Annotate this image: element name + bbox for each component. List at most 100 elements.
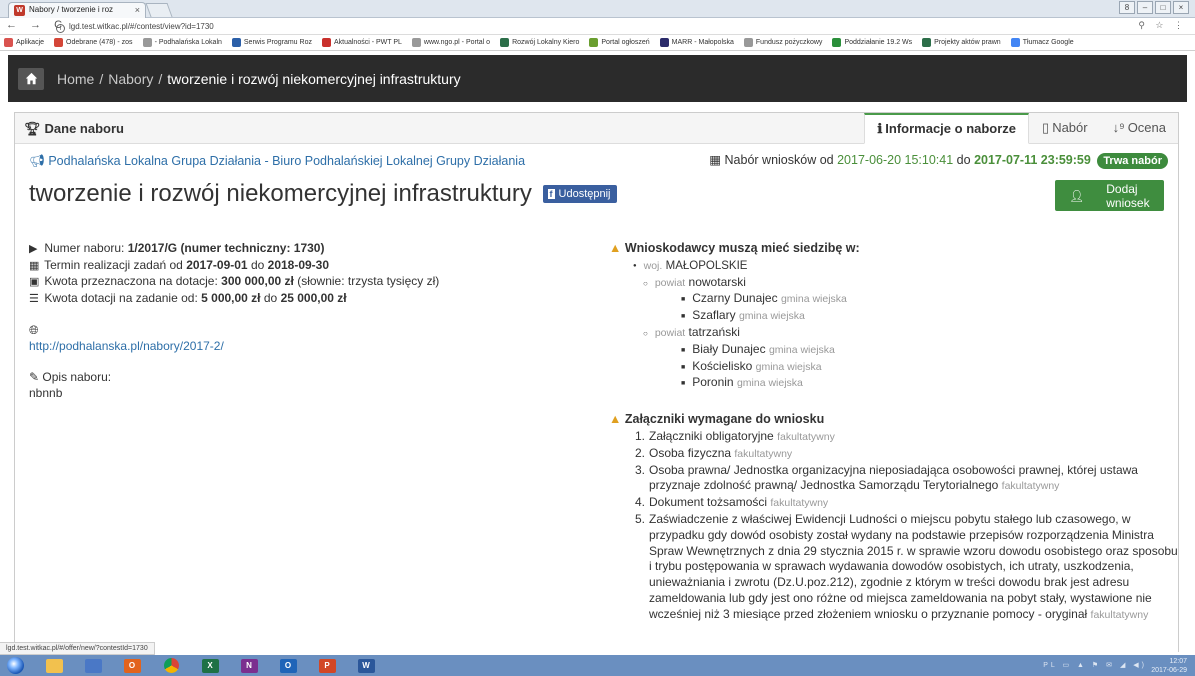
sort-numeric-icon: ↓⁹: [1112, 120, 1125, 135]
windows-taskbar: O X N O P W PL ▭ ▲ ⚑ ✉ ◢ ◀) 12:07 2017-06-29: [0, 655, 1195, 676]
attachment-item: 1. Załączniki obligatoryjne fakultatywny: [635, 428, 835, 443]
explorer-icon: [45, 658, 63, 673]
county-1: powiat nowotarski: [609, 275, 1179, 292]
user-button[interactable]: 8: [1119, 1, 1135, 14]
share-button[interactable]: f Udostępnij: [542, 185, 617, 203]
bookmark-icon: [832, 38, 842, 47]
bookmark-icon: [500, 38, 510, 47]
start-button[interactable]: [0, 655, 30, 676]
bookmark-icon: [54, 38, 64, 47]
facebook-icon: f: [547, 189, 555, 199]
commune-item: Czarny Dunajec gmina wiejska: [609, 291, 1179, 308]
word-icon: W: [357, 658, 375, 673]
bookmark-icon: [1010, 38, 1020, 47]
bookmark-icon: [589, 38, 599, 47]
bullhorn-icon: 📢︎: [29, 154, 49, 168]
attachment-item: 2. Osoba fizyczna fakultatywny: [635, 445, 793, 460]
attachment-item: 3. Osoba prawna/ Jednostka organizacyjna …: [635, 462, 1138, 493]
add-application-button[interactable]: 👤︎ Dodaj wniosek: [1055, 180, 1164, 211]
calendar-icon: ▦: [29, 259, 40, 272]
browser-tab-title: Nabory / tworzenie i roz: [29, 5, 114, 14]
bookmark-item[interactable]: Fundusz pożyczkowy: [743, 38, 822, 47]
taskbar-powerpoint-button[interactable]: P: [312, 655, 342, 676]
taskbar-chrome-window-button[interactable]: [78, 655, 108, 676]
bookmark-item[interactable]: www.ngo.pl - Portal o: [411, 38, 490, 47]
commune-item: Poronin gmina wiejska: [609, 375, 1179, 392]
site-info-icon[interactable]: i: [56, 24, 65, 33]
breadcrumb-current: tworzenie i rozwój niekomercyjnej infras…: [167, 70, 461, 87]
new-tab-button[interactable]: [145, 3, 173, 17]
grant-amount: ▣ Kwota przeznaczona na dotacje: 300 000…: [29, 274, 589, 291]
panel-title: 🏆︎ Dane naboru: [24, 121, 124, 136]
taskbar-chrome-button[interactable]: [156, 655, 186, 676]
close-window-button[interactable]: ×: [1173, 1, 1189, 14]
system-tray[interactable]: PL ▭ ▲ ⚑ ✉ ◢ ◀): [1043, 661, 1147, 669]
grant-range: ☰ Kwota dotacji na zadanie od: 5 000,00 …: [29, 291, 589, 308]
chrome-icon: [163, 658, 179, 673]
voivodeship: woj. MAŁOPOLSKIE: [609, 258, 1179, 275]
breadcrumb-nabory[interactable]: Nabory: [108, 71, 153, 87]
tab-informacje[interactable]: ℹ Informacje o naborze: [864, 113, 1030, 144]
calendar-icon: ▦: [709, 153, 725, 167]
bookmark-item[interactable]: Rozwój Lokalny Kiero: [500, 38, 579, 47]
address-bar[interactable]: i lgd.test.witkac.pl/#/contest/view?id=17…: [56, 20, 1156, 33]
taskbar-opera-button[interactable]: O: [117, 655, 147, 676]
contest-title: tworzenie i rozwój niekomercyjnej infras…: [29, 180, 617, 208]
breadcrumb-home[interactable]: Home: [57, 71, 94, 87]
bookmark-item[interactable]: Projekty aktów prawn: [922, 38, 1001, 47]
taskbar-explorer-button[interactable]: [39, 655, 69, 676]
bookmark-item[interactable]: Tłumacz Google: [1010, 38, 1074, 47]
commune-item: Biały Dunajec gmina wiejska: [609, 342, 1179, 359]
bookmark-item[interactable]: - Podhalańska Lokaln: [142, 38, 222, 47]
taskbar-outlook-button[interactable]: O: [273, 655, 303, 676]
bookmark-item[interactable]: Aplikacje: [4, 38, 44, 47]
breadcrumb: Home / Nabory / tworzenie i rozwój niekomerc…: [57, 70, 461, 87]
excel-icon: X: [201, 658, 219, 673]
tab-ocena[interactable]: ↓⁹ Ocena: [1100, 113, 1178, 144]
bookmark-item[interactable]: Odebrane (478) - zos: [54, 38, 133, 47]
description-label: ✎ Opis naboru:: [29, 370, 112, 384]
taskbar-onenote-button[interactable]: N: [234, 655, 264, 676]
bookmark-item[interactable]: Serwis Programu Roz: [231, 38, 312, 47]
attachments-list: 1. Załączniki obligatoryjne fakultatywny 2…: [609, 429, 1179, 624]
clock[interactable]: 12:07 2017-06-29: [1151, 657, 1187, 675]
address-bar-row: ← → C i lgd.test.witkac.pl/#/contest/view…: [0, 18, 1195, 35]
bookmark-icon: [743, 38, 753, 47]
panel-tabs: ℹ Informacje o naborze ▯ Nabór ↓⁹ Ocena: [864, 113, 1178, 144]
description-value: nbnnb: [29, 385, 63, 400]
bookmark-item[interactable]: MARR - Małopolska: [659, 38, 734, 47]
bookmark-item[interactable]: Portal ogłoszeń: [589, 38, 650, 47]
powerpoint-icon: P: [318, 658, 336, 673]
warning-icon: ▲: [609, 412, 622, 427]
panel-header: 🏆︎ Dane naboru ℹ Informacje o naborze ▯ Nab…: [15, 113, 1178, 144]
attachment-item: 4. Dokument tożsamości fakultatywny: [635, 495, 829, 510]
bookmark-item[interactable]: Poddziałanie 19.2 Ws: [832, 38, 912, 47]
sliders-icon: ☰: [29, 292, 39, 305]
contest-link[interactable]: http://podhalanska.pl/nabory/2017-2/: [29, 339, 224, 353]
play-icon: ▶: [29, 243, 38, 255]
attachments-heading: ▲ Załączniki wymagane do wniosku: [609, 412, 825, 427]
bookmark-icon: [922, 38, 932, 47]
status-badge: Trwa nabór: [1097, 153, 1168, 169]
tab-close-icon[interactable]: ×: [135, 3, 140, 17]
taskbar-word-button[interactable]: W: [351, 655, 381, 676]
organization-link[interactable]: 📢︎ Podhalańska Lokalna Grupa Działania -…: [29, 154, 525, 169]
file-icon: ▯: [1042, 120, 1050, 135]
site-header: Home / Nabory / tworzenie i rozwój niekomerc…: [8, 55, 1187, 102]
taskbar-excel-button[interactable]: X: [195, 655, 225, 676]
address-bar-actions[interactable]: ⚲ ☆ ⋮: [1138, 20, 1187, 31]
onenote-icon: N: [240, 658, 258, 673]
bookmark-item[interactable]: Aktualności - PWT PL: [321, 38, 402, 47]
application-dates: ▦ Nabór wniosków od 2017-06-20 15:10:41 …: [709, 152, 1168, 169]
date-from: 2017-06-20 15:10:41: [837, 153, 954, 167]
trophy-icon: 🏆︎: [24, 121, 41, 136]
tab-nabor[interactable]: ▯ Nabór: [1029, 113, 1100, 144]
maximize-button[interactable]: □: [1155, 1, 1171, 14]
bookmark-icon: [231, 38, 241, 47]
commune-item: Kościelisko gmina wiejska: [609, 359, 1179, 376]
minimize-button[interactable]: –: [1137, 1, 1153, 14]
browser-tab[interactable]: W Nabory / tworzenie i roz ×: [8, 2, 146, 18]
home-button[interactable]: [18, 67, 44, 90]
site-favicon-icon: W: [14, 5, 25, 16]
home-icon: [25, 72, 37, 85]
